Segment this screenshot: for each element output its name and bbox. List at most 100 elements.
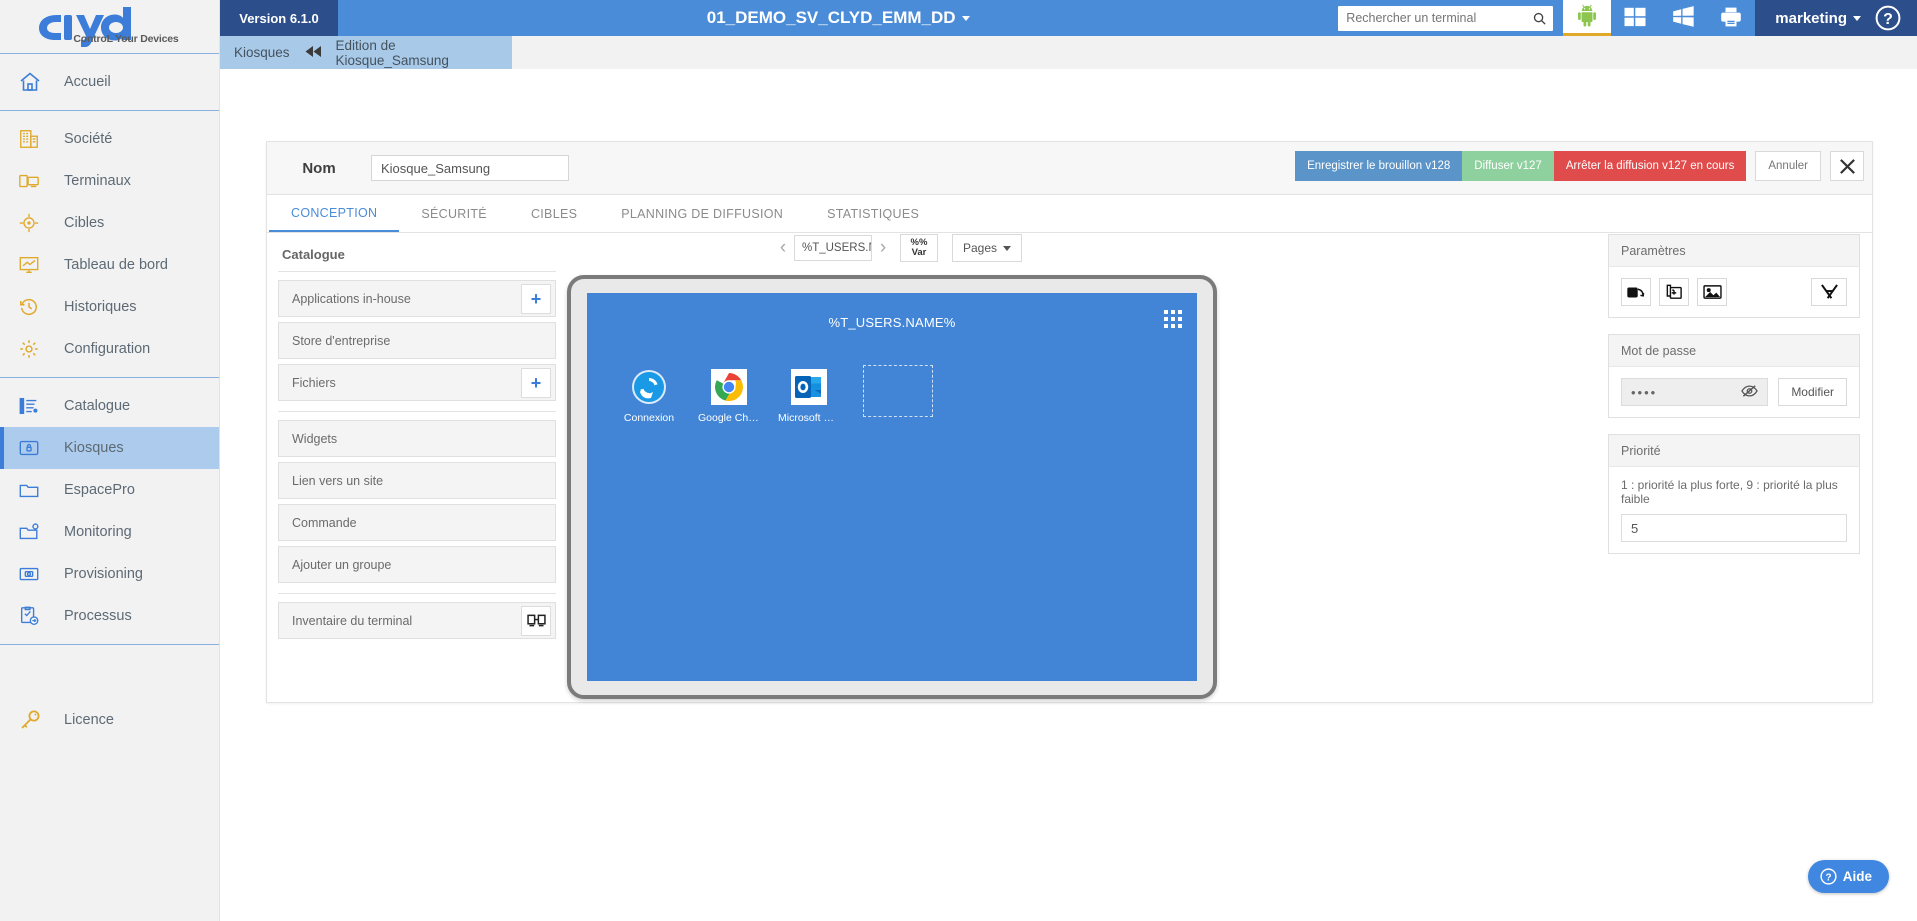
sidebar-item-tableau-de-bord[interactable]: Tableau de bord xyxy=(0,244,219,286)
process-icon xyxy=(18,605,54,627)
tab-cibles[interactable]: CIBLES xyxy=(509,195,599,232)
catalogue-item-applications-in-house[interactable]: Applications in-house + xyxy=(278,280,556,317)
breadcrumb-root[interactable]: Kiosques xyxy=(234,45,290,60)
page-name-field[interactable]: %T_USERS.NAI xyxy=(793,235,872,261)
catalogue-item-store-entreprise[interactable]: Store d'entreprise xyxy=(278,322,556,359)
kiosk-screen[interactable]: %T_USERS.NAME% Connexion Google Chro... … xyxy=(587,293,1197,681)
sidebar-item-configuration[interactable]: Configuration xyxy=(0,328,219,370)
cancel-button[interactable]: Annuler xyxy=(1755,151,1821,181)
next-page-icon[interactable]: › xyxy=(872,237,894,259)
add-icon[interactable]: + xyxy=(521,283,551,314)
catalogue-item-commande[interactable]: Commande xyxy=(278,504,556,541)
search-box[interactable] xyxy=(1338,5,1554,31)
question-mark-icon: ? xyxy=(1875,5,1901,31)
os-filter-android[interactable] xyxy=(1563,0,1612,36)
publish-button[interactable]: Diffuser v127 xyxy=(1462,151,1554,181)
pages-dropdown[interactable]: Pages xyxy=(951,234,1023,262)
sidebar-item-kiosques[interactable]: Kiosques xyxy=(0,427,219,469)
os-filter-printer[interactable] xyxy=(1707,0,1755,36)
help-fab[interactable]: ? Aide xyxy=(1807,860,1889,893)
save-draft-button[interactable]: Enregistrer le brouillon v128 xyxy=(1295,151,1463,181)
sidebar-item-societe[interactable]: Société xyxy=(0,118,219,160)
tab-securite[interactable]: SÉCURITÉ xyxy=(399,195,509,232)
close-button[interactable] xyxy=(1830,151,1864,181)
gear-icon xyxy=(18,338,54,360)
app-drawer-icon[interactable] xyxy=(1164,310,1182,328)
sidebar-item-label: Terminaux xyxy=(64,173,131,189)
catalogue-item-lien-vers-un-site[interactable]: Lien vers un site xyxy=(278,462,556,499)
user-name: marketing xyxy=(1775,9,1847,27)
tab-statistiques[interactable]: STATISTIQUES xyxy=(805,195,941,232)
outlook-icon xyxy=(791,369,827,405)
sidebar-item-historiques[interactable]: Historiques xyxy=(0,286,219,328)
clock-history-icon xyxy=(18,296,54,318)
prev-page-icon[interactable]: ‹ xyxy=(772,237,794,259)
kiosk-name-input[interactable] xyxy=(371,155,569,181)
search-input[interactable] xyxy=(1338,6,1526,30)
sidebar-item-espacepro[interactable]: EspacePro xyxy=(0,469,219,511)
card-header: Nom Enregistrer le brouillon v128 Diffus… xyxy=(267,142,1872,195)
sidebar-item-label: Historiques xyxy=(64,299,137,315)
app-tile-google-chrome[interactable]: Google Chro... xyxy=(698,369,760,424)
empty-app-slot[interactable] xyxy=(863,365,933,417)
nav-group-licence: Licence xyxy=(0,699,219,741)
catalogue-item-widgets[interactable]: Widgets xyxy=(278,420,556,457)
rewind-icon[interactable] xyxy=(304,45,322,61)
svg-text:?: ? xyxy=(1883,11,1893,28)
catalogue-item-ajouter-un-groupe[interactable]: Ajouter un groupe xyxy=(278,546,556,583)
catalogue-item-label: Inventaire du terminal xyxy=(292,613,413,628)
svg-text:?: ? xyxy=(1825,872,1831,883)
sidebar-item-label: Configuration xyxy=(64,341,151,357)
orientation-icon[interactable] xyxy=(1621,278,1651,306)
os-filter-windows-10[interactable] xyxy=(1611,0,1659,36)
app-tile-microsoft-outlook[interactable]: Microsoft Ou... xyxy=(778,369,840,424)
sidebar-item-terminaux[interactable]: Terminaux xyxy=(0,160,219,202)
brand-logo[interactable]: ControL Your Devices xyxy=(0,0,219,53)
tab-planning-de-diffusion[interactable]: PLANNING DE DIFFUSION xyxy=(599,195,805,232)
version-badge: Version 6.1.0 xyxy=(220,0,338,36)
help-button[interactable]: ? xyxy=(1875,0,1917,36)
password-field[interactable]: •••• xyxy=(1621,378,1769,406)
wallpaper-icon[interactable] xyxy=(1697,278,1727,306)
inventory-icon[interactable] xyxy=(521,605,551,636)
chrome-icon xyxy=(711,369,747,405)
os-filter-windows-legacy[interactable] xyxy=(1659,0,1707,36)
sidebar-item-catalogue[interactable]: Catalogue xyxy=(0,385,219,427)
help-fab-label: Aide xyxy=(1842,869,1872,884)
tab-conception[interactable]: CONCEPTION xyxy=(269,195,400,232)
sidebar-item-provisioning[interactable]: Provisioning xyxy=(0,553,219,595)
nav-group-admin: Société Terminaux Cibles Tableau de bord… xyxy=(0,111,219,377)
modify-password-button[interactable]: Modifier xyxy=(1778,378,1847,406)
add-page-icon[interactable] xyxy=(1659,278,1689,306)
password-value: •••• xyxy=(1631,384,1658,400)
connexion-icon xyxy=(631,369,667,405)
password-body: •••• Modifier xyxy=(1609,367,1859,417)
search-icon[interactable] xyxy=(1525,11,1553,26)
stop-diffusion-button[interactable]: Arrêter la diffusion v127 en cours xyxy=(1553,151,1747,181)
sidebar-item-processus[interactable]: Processus xyxy=(0,595,219,637)
kiosk-editor-card: Nom Enregistrer le brouillon v128 Diffus… xyxy=(266,141,1873,703)
priority-hint: 1 : priorité la plus forte, 9 : priorité… xyxy=(1621,478,1838,506)
sidebar-item-monitoring[interactable]: Monitoring xyxy=(0,511,219,553)
sidebar-item-cibles[interactable]: Cibles xyxy=(0,202,219,244)
priority-body: 1 : priorité la plus forte, 9 : priorité… xyxy=(1609,467,1859,553)
catalogue-item-fichiers[interactable]: Fichiers + xyxy=(278,364,556,401)
sidebar-item-licence[interactable]: Licence xyxy=(0,699,219,741)
app-tile-connexion[interactable]: Connexion xyxy=(623,369,675,424)
tenant-selector[interactable]: 01_DEMO_SV_CLYD_EMM_DD xyxy=(338,0,1338,36)
key-icon xyxy=(18,708,54,732)
sidebar-item-accueil[interactable]: Accueil xyxy=(0,61,219,103)
devices-icon xyxy=(18,170,54,192)
user-menu[interactable]: marketing xyxy=(1755,0,1875,36)
lock-box-icon xyxy=(18,437,54,459)
eye-slash-icon[interactable] xyxy=(1741,384,1759,401)
content-area: Nom Enregistrer le brouillon v128 Diffus… xyxy=(220,69,1917,921)
catalogue-item-inventaire-du-terminal[interactable]: Inventaire du terminal xyxy=(278,602,556,639)
variables-button[interactable]: %% Var xyxy=(899,234,938,262)
tools-icon[interactable] xyxy=(1811,278,1847,306)
add-icon[interactable]: + xyxy=(521,367,551,398)
password-panel: Mot de passe •••• Modifier xyxy=(1608,334,1860,418)
priority-input[interactable] xyxy=(1621,514,1847,542)
var-line-2: Var xyxy=(911,247,927,258)
dashboard-icon xyxy=(18,254,54,276)
